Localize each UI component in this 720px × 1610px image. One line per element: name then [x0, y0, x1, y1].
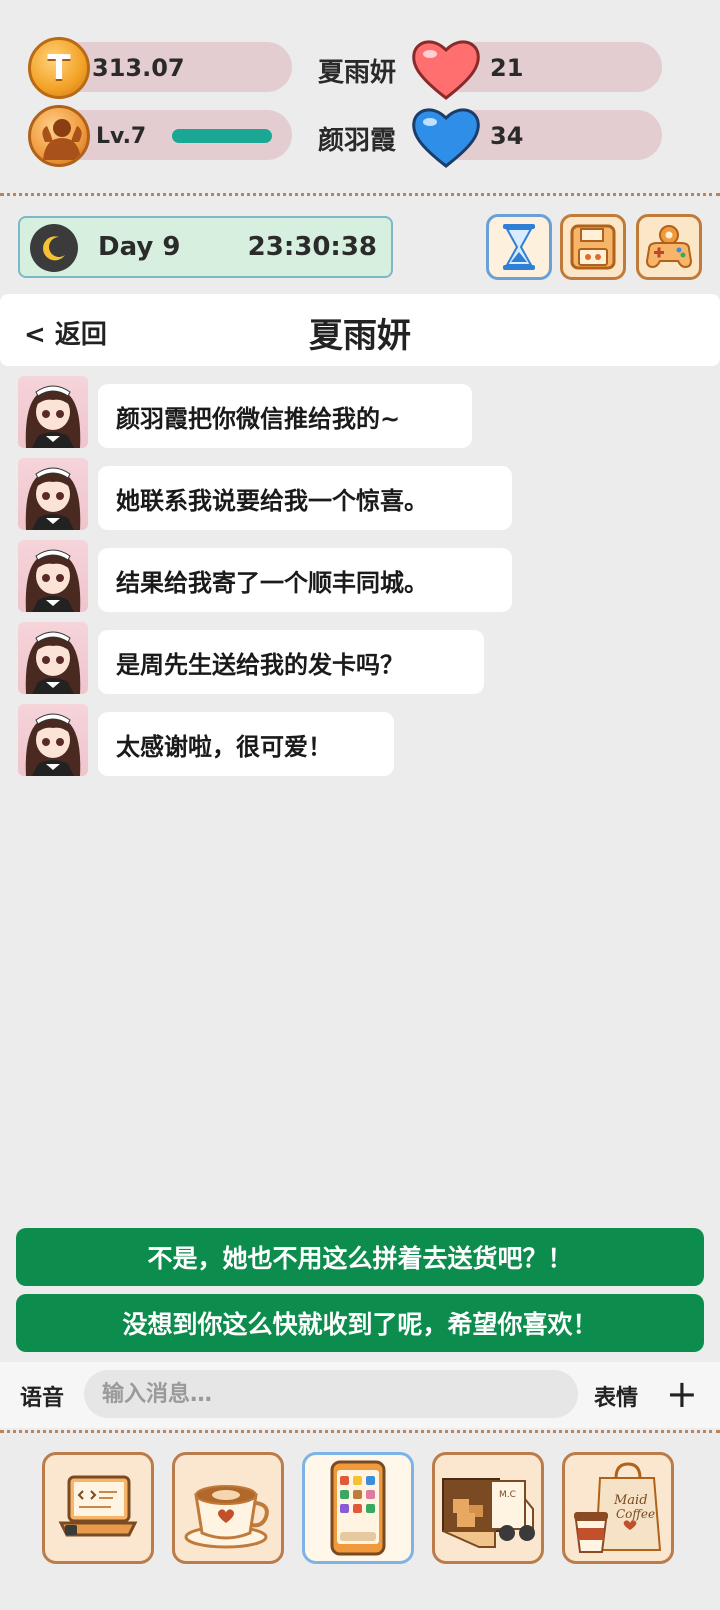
character-name: 颜羽霞 [318, 126, 397, 156]
gamepad-settings-icon [645, 225, 693, 269]
skip-time-button[interactable] [486, 214, 552, 280]
message-input[interactable] [84, 1370, 578, 1418]
reply-option[interactable]: 不是，她也不用这么拼着去送货吧？！ [16, 1228, 704, 1286]
emoji-button[interactable]: 表情 [594, 1380, 638, 1412]
chat-title: 夏雨妍 [309, 316, 411, 356]
message-row: 她联系我说要给我一个惊喜。 [18, 458, 698, 530]
moon-icon [30, 224, 78, 272]
settings-button[interactable] [636, 214, 702, 280]
message-bubble: 颜羽霞把你微信推给我的~ [98, 384, 472, 448]
dock-laptop-button[interactable] [42, 1452, 154, 1564]
delivery-truck-icon: M.C [442, 1478, 535, 1548]
dock-maid-coffee-button[interactable]: Maid Coffee [562, 1452, 674, 1564]
character-avatar [18, 458, 88, 530]
character-avatar [18, 704, 88, 776]
character-avatar [18, 540, 88, 612]
blue-heart-icon [412, 108, 480, 168]
muscle-avatar-icon [28, 105, 90, 167]
plus-button[interactable]: + [666, 1370, 698, 1418]
voice-button[interactable]: 语音 [20, 1380, 64, 1412]
maid-coffee-bag-icon: Maid Coffee [574, 1462, 662, 1553]
divider [0, 1430, 720, 1433]
dock-coffee-button[interactable] [172, 1452, 284, 1564]
coin-icon: T [28, 37, 90, 99]
dock-phone-button[interactable] [302, 1452, 414, 1564]
laptop-icon [58, 1475, 138, 1537]
phone-icon [330, 1460, 386, 1556]
reply-option[interactable]: 没想到你这么快就收到了呢，希望你喜欢！ [16, 1294, 704, 1352]
character-avatar [18, 376, 88, 448]
level-label: Lv.7 [96, 124, 147, 149]
status-panel: T 313.07 Lv.7 夏雨妍 21 颜羽霞 34 [0, 0, 720, 190]
affection-value: 34 [490, 122, 524, 150]
day-label: Day 9 [98, 232, 181, 262]
message-bubble: 太感谢啦，很可爱！ [98, 712, 394, 776]
chat-header: < 返回 夏雨妍 [0, 294, 720, 366]
input-bar: 语音 表情 + [0, 1362, 720, 1428]
red-heart-icon [412, 40, 480, 100]
message-bubble: 她联系我说要给我一个惊喜。 [98, 466, 512, 530]
truck-text: M.C [499, 1490, 516, 1500]
time-label: 23:30:38 [247, 232, 377, 262]
dock-delivery-button[interactable]: M.C [432, 1452, 544, 1564]
message-row: 颜羽霞把你微信推给我的~ [18, 376, 698, 448]
save-button[interactable] [560, 214, 626, 280]
coin-balance: 313.07 [92, 54, 185, 82]
message-row: 太感谢啦，很可爱！ [18, 704, 698, 776]
bag-text: Maid [613, 1493, 648, 1508]
day-clock: Day 9 23:30:38 [18, 216, 393, 278]
message-bubble: 是周先生送给我的发卡吗？ [98, 630, 484, 694]
xp-bar [172, 129, 272, 143]
character-name: 夏雨妍 [318, 58, 397, 88]
message-bubble: 结果给我寄了一个顺丰同城。 [98, 548, 512, 612]
message-row: 结果给我寄了一个顺丰同城。 [18, 540, 698, 612]
character-avatar [18, 622, 88, 694]
divider [0, 193, 720, 196]
hourglass-icon [503, 224, 535, 270]
bag-text: Coffee [616, 1507, 655, 1521]
affection-value: 21 [490, 54, 524, 82]
message-row: 是周先生送给我的发卡吗？ [18, 622, 698, 694]
save-disk-icon [570, 224, 616, 270]
coffee-cup-icon [184, 1485, 269, 1549]
